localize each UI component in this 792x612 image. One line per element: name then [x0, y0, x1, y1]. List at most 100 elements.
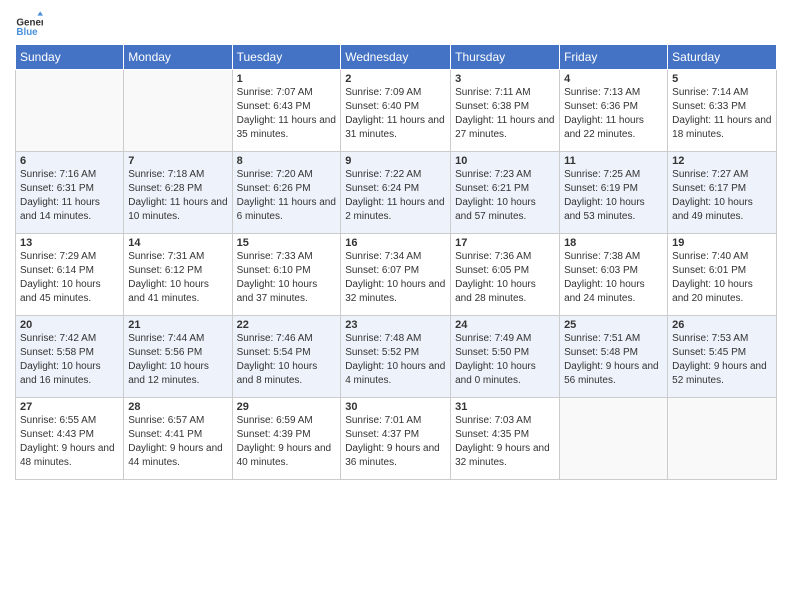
- calendar-cell: 12Sunrise: 7:27 AM Sunset: 6:17 PM Dayli…: [668, 152, 777, 234]
- calendar-cell: 26Sunrise: 7:53 AM Sunset: 5:45 PM Dayli…: [668, 316, 777, 398]
- day-header-monday: Monday: [124, 45, 232, 70]
- calendar-cell: 3Sunrise: 7:11 AM Sunset: 6:38 PM Daylig…: [451, 70, 560, 152]
- day-info: Sunrise: 7:07 AM Sunset: 6:43 PM Dayligh…: [237, 86, 337, 142]
- calendar-cell: 9Sunrise: 7:22 AM Sunset: 6:24 PM Daylig…: [341, 152, 451, 234]
- calendar-cell: 2Sunrise: 7:09 AM Sunset: 6:40 PM Daylig…: [341, 70, 451, 152]
- day-info: Sunrise: 7:03 AM Sunset: 4:35 PM Dayligh…: [455, 414, 555, 470]
- calendar-cell: 28Sunrise: 6:57 AM Sunset: 4:41 PM Dayli…: [124, 398, 232, 480]
- day-number: 31: [455, 401, 555, 413]
- day-header-saturday: Saturday: [668, 45, 777, 70]
- day-number: 8: [237, 155, 337, 167]
- calendar-cell: 22Sunrise: 7:46 AM Sunset: 5:54 PM Dayli…: [232, 316, 341, 398]
- calendar-cell: [668, 398, 777, 480]
- day-info: Sunrise: 7:16 AM Sunset: 6:31 PM Dayligh…: [20, 168, 119, 224]
- day-info: Sunrise: 6:57 AM Sunset: 4:41 PM Dayligh…: [128, 414, 227, 470]
- calendar-cell: 25Sunrise: 7:51 AM Sunset: 5:48 PM Dayli…: [560, 316, 668, 398]
- calendar-cell: 17Sunrise: 7:36 AM Sunset: 6:05 PM Dayli…: [451, 234, 560, 316]
- day-header-friday: Friday: [560, 45, 668, 70]
- day-number: 17: [455, 237, 555, 249]
- calendar-week-3: 13Sunrise: 7:29 AM Sunset: 6:14 PM Dayli…: [16, 234, 777, 316]
- day-info: Sunrise: 7:34 AM Sunset: 6:07 PM Dayligh…: [345, 250, 446, 306]
- calendar-cell: [16, 70, 124, 152]
- day-number: 22: [237, 319, 337, 331]
- day-info: Sunrise: 7:40 AM Sunset: 6:01 PM Dayligh…: [672, 250, 772, 306]
- calendar-cell: [124, 70, 232, 152]
- day-info: Sunrise: 7:46 AM Sunset: 5:54 PM Dayligh…: [237, 332, 337, 388]
- day-number: 20: [20, 319, 119, 331]
- day-info: Sunrise: 7:01 AM Sunset: 4:37 PM Dayligh…: [345, 414, 446, 470]
- day-info: Sunrise: 7:29 AM Sunset: 6:14 PM Dayligh…: [20, 250, 119, 306]
- day-info: Sunrise: 7:31 AM Sunset: 6:12 PM Dayligh…: [128, 250, 227, 306]
- day-number: 18: [564, 237, 663, 249]
- calendar-cell: 31Sunrise: 7:03 AM Sunset: 4:35 PM Dayli…: [451, 398, 560, 480]
- day-header-sunday: Sunday: [16, 45, 124, 70]
- calendar-cell: 16Sunrise: 7:34 AM Sunset: 6:07 PM Dayli…: [341, 234, 451, 316]
- day-number: 28: [128, 401, 227, 413]
- calendar-cell: 29Sunrise: 6:59 AM Sunset: 4:39 PM Dayli…: [232, 398, 341, 480]
- calendar-cell: 14Sunrise: 7:31 AM Sunset: 6:12 PM Dayli…: [124, 234, 232, 316]
- day-header-thursday: Thursday: [451, 45, 560, 70]
- day-info: Sunrise: 7:36 AM Sunset: 6:05 PM Dayligh…: [455, 250, 555, 306]
- calendar-cell: 13Sunrise: 7:29 AM Sunset: 6:14 PM Dayli…: [16, 234, 124, 316]
- day-number: 27: [20, 401, 119, 413]
- calendar-cell: 23Sunrise: 7:48 AM Sunset: 5:52 PM Dayli…: [341, 316, 451, 398]
- day-number: 11: [564, 155, 663, 167]
- calendar-header-row: SundayMondayTuesdayWednesdayThursdayFrid…: [16, 45, 777, 70]
- calendar-cell: 8Sunrise: 7:20 AM Sunset: 6:26 PM Daylig…: [232, 152, 341, 234]
- day-number: 13: [20, 237, 119, 249]
- day-header-tuesday: Tuesday: [232, 45, 341, 70]
- calendar-cell: 5Sunrise: 7:14 AM Sunset: 6:33 PM Daylig…: [668, 70, 777, 152]
- calendar-cell: 10Sunrise: 7:23 AM Sunset: 6:21 PM Dayli…: [451, 152, 560, 234]
- logo-icon: General Blue: [15, 10, 43, 38]
- day-number: 25: [564, 319, 663, 331]
- calendar-cell: 21Sunrise: 7:44 AM Sunset: 5:56 PM Dayli…: [124, 316, 232, 398]
- day-info: Sunrise: 7:49 AM Sunset: 5:50 PM Dayligh…: [455, 332, 555, 388]
- day-number: 30: [345, 401, 446, 413]
- day-number: 23: [345, 319, 446, 331]
- calendar-cell: 6Sunrise: 7:16 AM Sunset: 6:31 PM Daylig…: [16, 152, 124, 234]
- calendar-cell: 4Sunrise: 7:13 AM Sunset: 6:36 PM Daylig…: [560, 70, 668, 152]
- calendar-week-1: 1Sunrise: 7:07 AM Sunset: 6:43 PM Daylig…: [16, 70, 777, 152]
- day-info: Sunrise: 6:55 AM Sunset: 4:43 PM Dayligh…: [20, 414, 119, 470]
- day-info: Sunrise: 7:22 AM Sunset: 6:24 PM Dayligh…: [345, 168, 446, 224]
- calendar-cell: 27Sunrise: 6:55 AM Sunset: 4:43 PM Dayli…: [16, 398, 124, 480]
- day-info: Sunrise: 6:59 AM Sunset: 4:39 PM Dayligh…: [237, 414, 337, 470]
- day-number: 7: [128, 155, 227, 167]
- day-number: 26: [672, 319, 772, 331]
- svg-text:Blue: Blue: [16, 27, 38, 38]
- day-info: Sunrise: 7:25 AM Sunset: 6:19 PM Dayligh…: [564, 168, 663, 224]
- day-header-wednesday: Wednesday: [341, 45, 451, 70]
- calendar-week-4: 20Sunrise: 7:42 AM Sunset: 5:58 PM Dayli…: [16, 316, 777, 398]
- calendar-cell: 18Sunrise: 7:38 AM Sunset: 6:03 PM Dayli…: [560, 234, 668, 316]
- day-info: Sunrise: 7:33 AM Sunset: 6:10 PM Dayligh…: [237, 250, 337, 306]
- day-info: Sunrise: 7:14 AM Sunset: 6:33 PM Dayligh…: [672, 86, 772, 142]
- calendar-cell: 19Sunrise: 7:40 AM Sunset: 6:01 PM Dayli…: [668, 234, 777, 316]
- logo: General Blue: [15, 10, 43, 38]
- calendar-cell: 20Sunrise: 7:42 AM Sunset: 5:58 PM Dayli…: [16, 316, 124, 398]
- day-number: 19: [672, 237, 772, 249]
- day-number: 2: [345, 73, 446, 85]
- day-number: 16: [345, 237, 446, 249]
- day-number: 29: [237, 401, 337, 413]
- calendar-week-2: 6Sunrise: 7:16 AM Sunset: 6:31 PM Daylig…: [16, 152, 777, 234]
- calendar-cell: 15Sunrise: 7:33 AM Sunset: 6:10 PM Dayli…: [232, 234, 341, 316]
- day-info: Sunrise: 7:51 AM Sunset: 5:48 PM Dayligh…: [564, 332, 663, 388]
- page-header: General Blue: [15, 10, 777, 38]
- calendar-cell: 7Sunrise: 7:18 AM Sunset: 6:28 PM Daylig…: [124, 152, 232, 234]
- day-info: Sunrise: 7:23 AM Sunset: 6:21 PM Dayligh…: [455, 168, 555, 224]
- day-number: 9: [345, 155, 446, 167]
- day-number: 21: [128, 319, 227, 331]
- day-number: 3: [455, 73, 555, 85]
- day-number: 1: [237, 73, 337, 85]
- day-info: Sunrise: 7:42 AM Sunset: 5:58 PM Dayligh…: [20, 332, 119, 388]
- day-number: 10: [455, 155, 555, 167]
- day-number: 24: [455, 319, 555, 331]
- day-number: 14: [128, 237, 227, 249]
- day-info: Sunrise: 7:48 AM Sunset: 5:52 PM Dayligh…: [345, 332, 446, 388]
- calendar-cell: 30Sunrise: 7:01 AM Sunset: 4:37 PM Dayli…: [341, 398, 451, 480]
- day-number: 12: [672, 155, 772, 167]
- day-number: 6: [20, 155, 119, 167]
- day-info: Sunrise: 7:09 AM Sunset: 6:40 PM Dayligh…: [345, 86, 446, 142]
- day-info: Sunrise: 7:11 AM Sunset: 6:38 PM Dayligh…: [455, 86, 555, 142]
- day-info: Sunrise: 7:20 AM Sunset: 6:26 PM Dayligh…: [237, 168, 337, 224]
